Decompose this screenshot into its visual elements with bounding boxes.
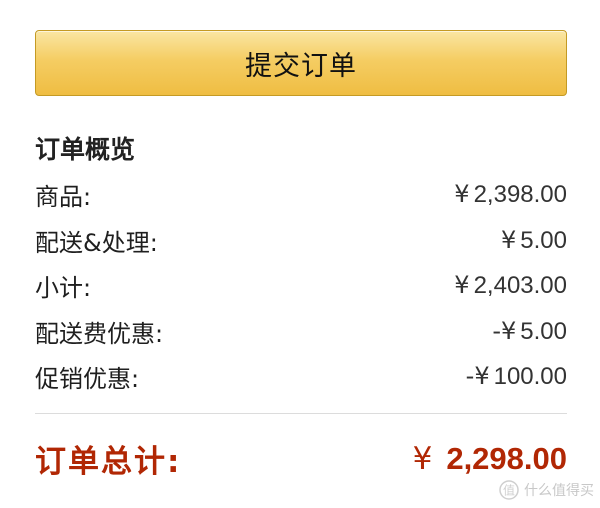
currency-symbol: -¥ [465,362,490,391]
zhi-logo-icon: 值 [499,480,519,500]
submit-order-button[interactable]: 提交订单 [35,30,567,96]
currency-symbol: -¥ [492,316,517,345]
currency-symbol: ¥ [501,225,517,254]
watermark-text: 什么值得买 [524,483,594,499]
amount: 100.00 [493,363,567,391]
summary-row-label: 商品: [35,183,92,212]
submit-order-button-label: 提交订单 [245,50,357,82]
summary-row-value: ¥5.00 [501,226,567,255]
summary-row-value: ¥2,398.00 [454,180,567,209]
order-total: 订单总计: ¥2,298.00 [35,436,567,481]
summary-row-shipping-discount: 配送费优惠: -¥ 5.00 [35,309,567,355]
amount: 2,298.00 [446,440,567,476]
summary-row-value: -¥ 100.00 [466,362,567,391]
summary-row-label: 促销优惠: [35,365,140,394]
amount: 2,403.00 [473,272,567,300]
summary-row-label: 小计: [35,274,92,303]
summary-row-subtotal: 小计: ¥2,403.00 [35,263,567,309]
amount: 5.00 [520,226,567,254]
summary-divider [35,413,567,414]
watermark: 值 什么值得买 [499,480,594,500]
summary-row-value: -¥ 5.00 [492,317,567,346]
summary-row-label: 配送费优惠: [35,319,164,348]
summary-row-label: 配送&处理: [35,228,158,257]
summary-row-promo-discount: 促销优惠: -¥ 100.00 [35,354,567,400]
currency-symbol: ¥ [412,440,433,477]
amount: 5.00 [520,317,567,345]
order-summary-title: 订单概览 [35,135,136,164]
summary-row-items: 商品: ¥2,398.00 [35,172,567,218]
amount: 2,398.00 [473,181,567,209]
currency-symbol: ¥ [454,180,470,209]
svg-text:值: 值 [503,483,515,498]
summary-row-shipping: 配送&处理: ¥5.00 [35,218,567,264]
order-total-label: 订单总计: [35,444,182,480]
currency-symbol: ¥ [454,271,470,300]
order-summary: 订单概览 商品: ¥2,398.00 配送&处理: ¥5.00 小计: ¥2,4… [35,128,567,400]
summary-row-value: ¥2,403.00 [454,271,567,300]
order-total-value: ¥2,298.00 [413,441,567,477]
